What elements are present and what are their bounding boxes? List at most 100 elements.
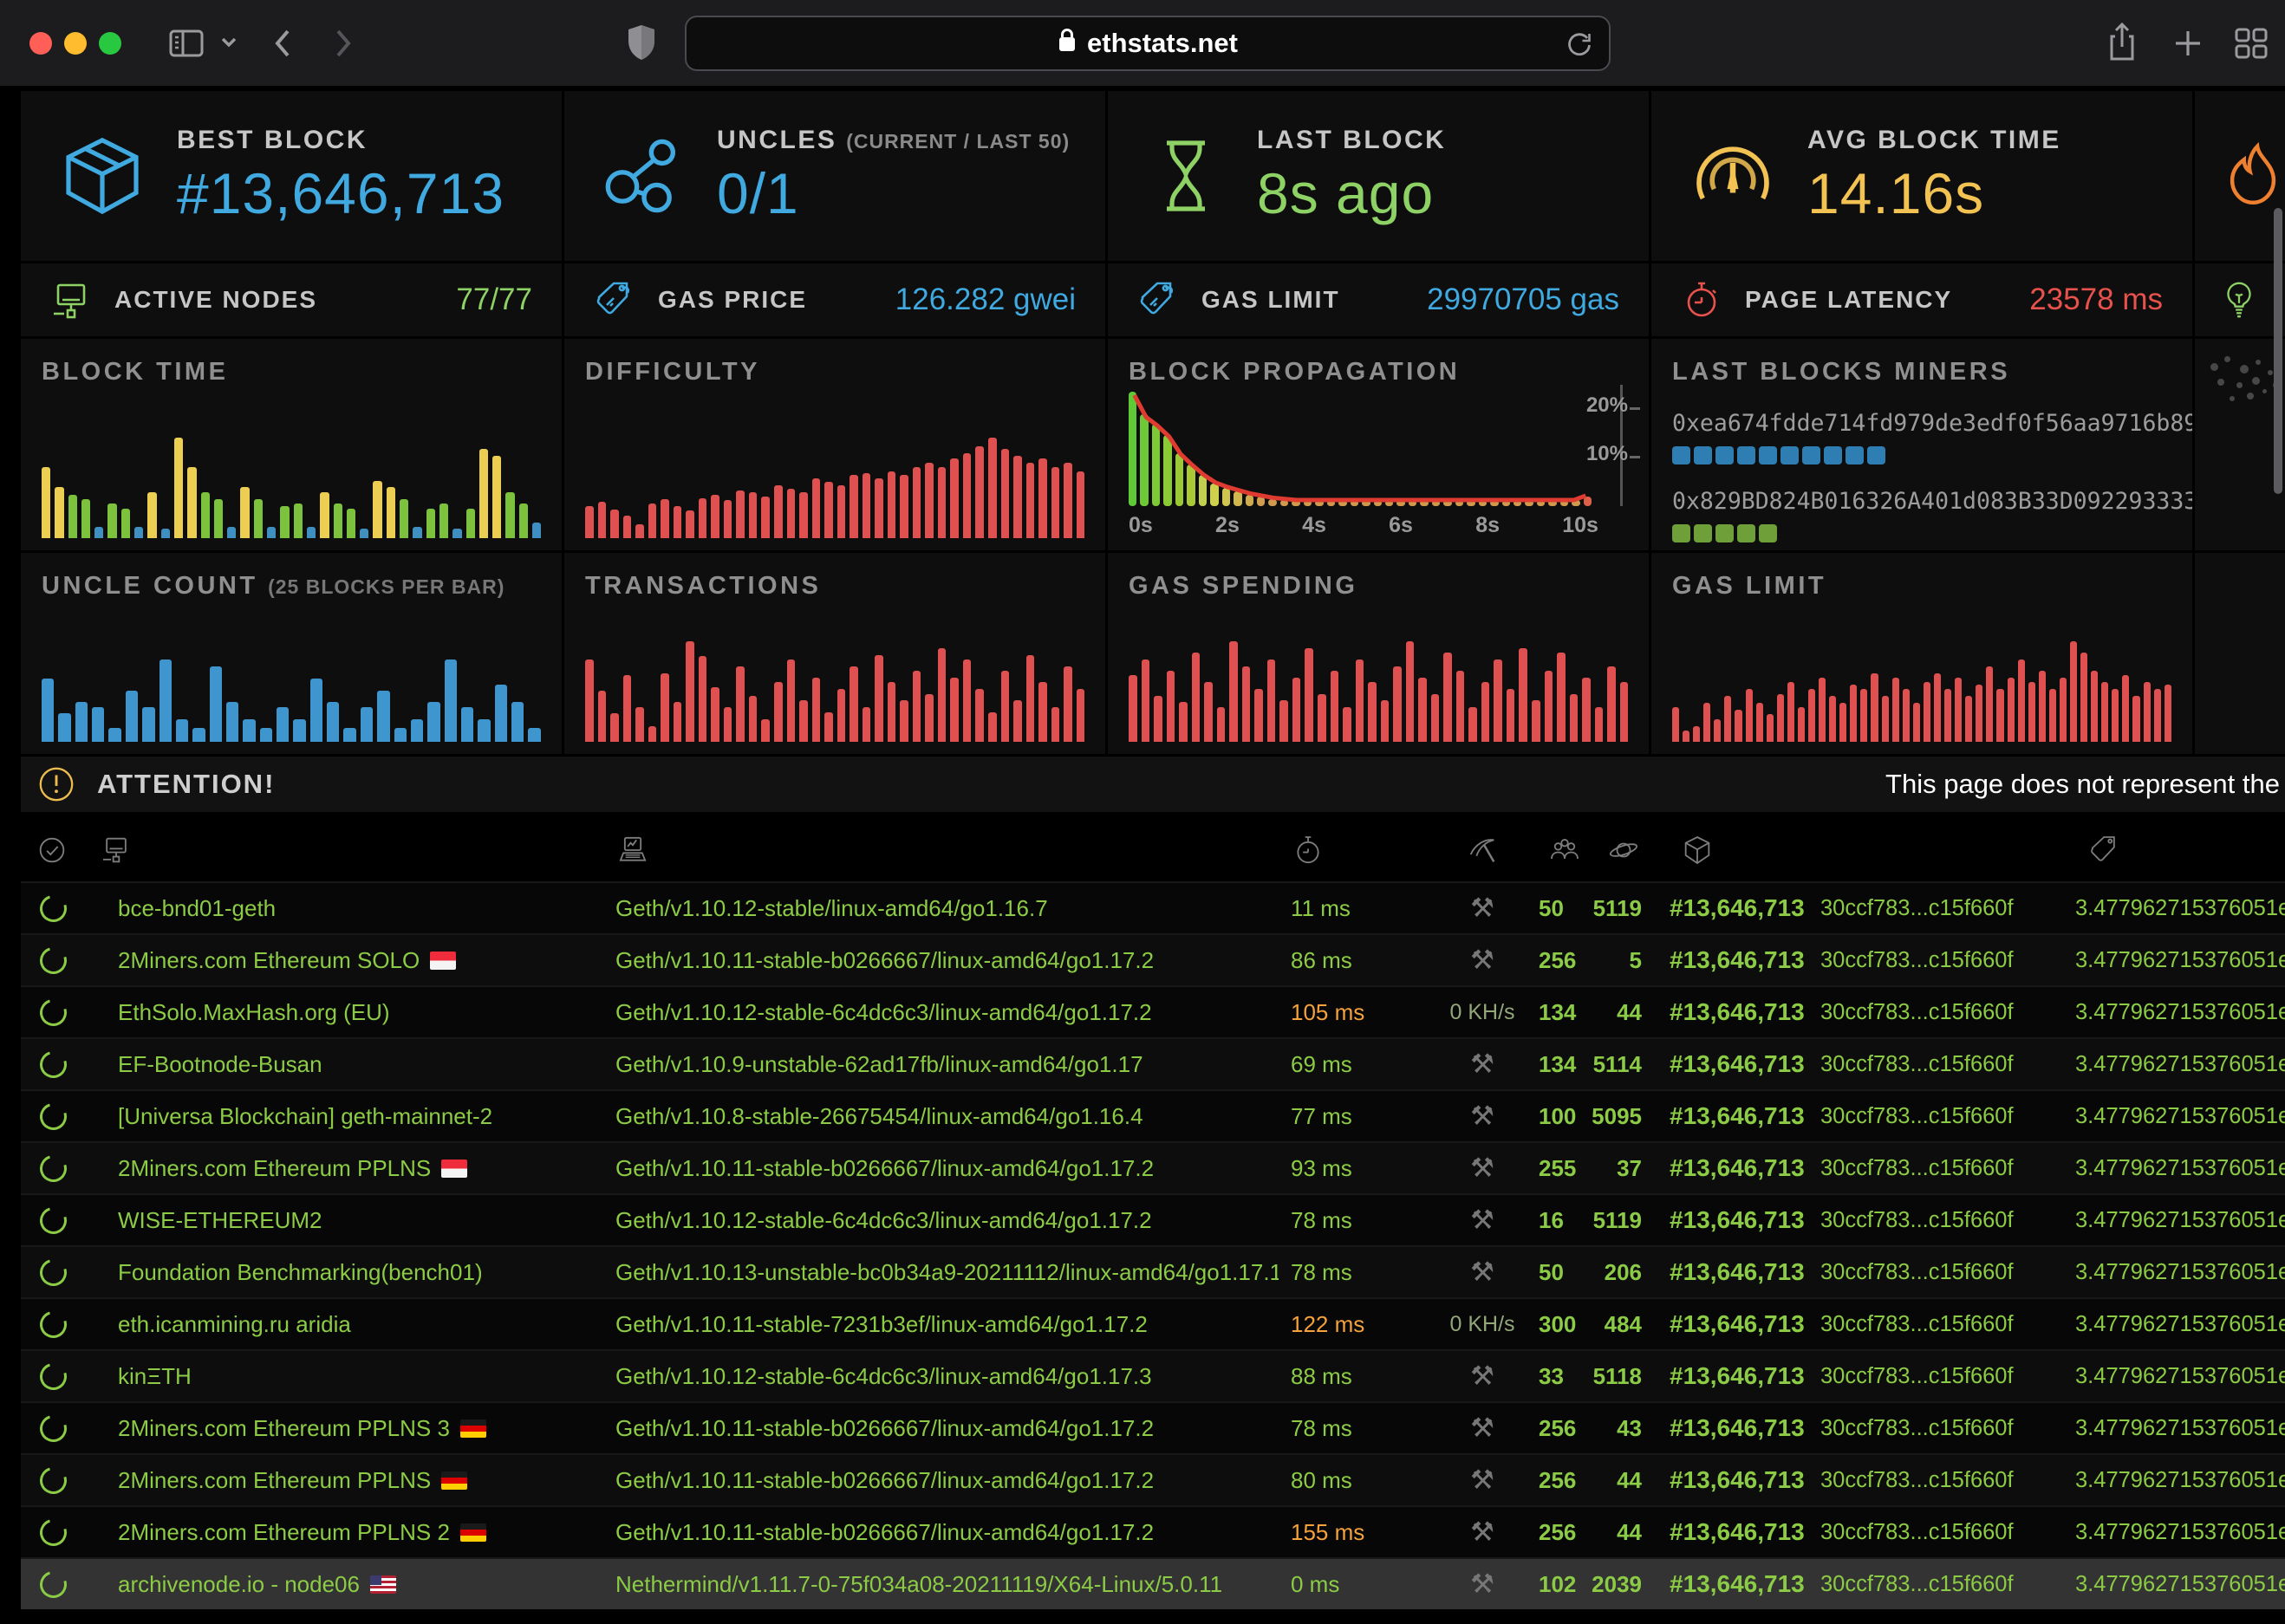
chart-bar	[1819, 678, 1826, 742]
page-scrollbar[interactable]	[2274, 208, 2282, 494]
chart-bar	[1467, 500, 1475, 506]
miner-address[interactable]: 0xea674fdde714fd979de3edf0f56aa9716b898e…	[1672, 410, 2192, 437]
table-row[interactable]: [Universa Blockchain] geth-mainnet-2 Get…	[21, 1089, 2285, 1141]
node-name[interactable]: [Universa Blockchain] geth-mainnet-2	[99, 1103, 615, 1130]
column-header-laptop-icon[interactable]	[615, 831, 1279, 869]
node-name[interactable]: 2Miners.com Ethereum PPLNS	[99, 1155, 615, 1182]
chart-bar	[478, 719, 490, 742]
column-header-monitor-icon[interactable]	[99, 831, 615, 869]
node-name[interactable]: bce-bnd01-geth	[99, 895, 615, 922]
node-difficulty: 3.477962715376051e+22	[2063, 1208, 2285, 1233]
table-row[interactable]: EthSolo.MaxHash.org (EU) Geth/v1.10.12-s…	[21, 985, 2285, 1037]
node-peers: 256	[1539, 1519, 1591, 1546]
privacy-shield-icon[interactable]	[626, 23, 657, 64]
node-name[interactable]: 2Miners.com Ethereum PPLNS 3	[99, 1415, 615, 1442]
node-name[interactable]: 2Miners.com Ethereum SOLO	[99, 947, 615, 974]
chart-bar	[360, 529, 368, 538]
url-bar[interactable]: ethstats.net	[685, 16, 1611, 71]
transactions-chart-title: TRANSACTIONS	[585, 572, 1084, 601]
node-version: Geth/v1.10.11-stable-b0266667/linux-amd6…	[615, 1155, 1279, 1182]
node-peers: 102	[1539, 1571, 1591, 1598]
new-tab-icon[interactable]	[2171, 26, 2205, 61]
chart-bar	[147, 492, 156, 538]
page-latency-panel: PAGE LATENCY 23578 ms	[1651, 263, 2192, 336]
node-version: Geth/v1.10.11-stable-b0266667/linux-amd6…	[615, 947, 1279, 974]
table-row[interactable]: 2Miners.com Ethereum SOLO Geth/v1.10.11-…	[21, 933, 2285, 985]
column-header-pickaxe-icon[interactable]	[1426, 831, 1539, 869]
table-row[interactable]: EF-Bootnode-Busan Geth/v1.10.9-unstable-…	[21, 1037, 2285, 1089]
chart-bar	[1537, 500, 1545, 506]
chart-bar	[55, 487, 63, 538]
close-window-button[interactable]	[29, 32, 52, 55]
share-icon[interactable]	[2105, 21, 2139, 66]
node-name[interactable]: WISE-ETHEREUM2	[99, 1207, 615, 1234]
uncle-count-chart	[42, 627, 541, 742]
node-latency: 78 ms	[1279, 1415, 1426, 1442]
difficulty-chart-panel: DIFFICULTY	[564, 339, 1105, 550]
node-name[interactable]: Foundation Benchmarking(bench01)	[99, 1259, 615, 1286]
node-name[interactable]: EF-Bootnode-Busan	[99, 1051, 615, 1078]
column-header-check-circle-icon[interactable]	[21, 831, 99, 869]
chart-bar	[121, 509, 130, 538]
node-pending: 5114	[1591, 1051, 1656, 1078]
column-header-people-icon[interactable]	[1539, 831, 1591, 869]
miner-address[interactable]: 0x829BD824B016326A401d083B33D092293333A8…	[1672, 488, 2192, 515]
chart-bar	[2080, 653, 2087, 742]
chart-bar	[2018, 659, 2025, 742]
column-header-cube-icon[interactable]	[1656, 831, 1820, 869]
crossed-pickaxes-icon: ⚒	[1470, 1153, 1494, 1184]
table-row[interactable]: 2Miners.com Ethereum PPLNS Geth/v1.10.11…	[21, 1141, 2285, 1193]
chart-bar	[623, 516, 632, 538]
node-name[interactable]: eth.icanmining.ru aridia	[99, 1311, 615, 1338]
node-name[interactable]: 2Miners.com Ethereum PPLNS	[99, 1467, 615, 1494]
sidebar-toggle-icon[interactable]	[166, 24, 206, 62]
forward-button[interactable]	[331, 24, 355, 62]
table-row[interactable]: Foundation Benchmarking(bench01) Geth/v1…	[21, 1245, 2285, 1297]
table-row[interactable]: 2Miners.com Ethereum PPLNS 2 Geth/v1.10.…	[21, 1505, 2285, 1557]
column-header-stopwatch-icon[interactable]	[1279, 831, 1426, 869]
chart-bar	[1187, 464, 1195, 506]
node-latency: 155 ms	[1279, 1519, 1426, 1546]
chart-bar	[377, 691, 389, 742]
node-pending: 44	[1591, 1467, 1656, 1494]
chart-bar	[1903, 689, 1910, 742]
chart-bar	[1234, 491, 1241, 506]
minimize-window-button[interactable]	[64, 32, 87, 55]
reload-icon[interactable]	[1564, 29, 1593, 61]
table-row[interactable]: kinΞTH Geth/v1.10.12-stable-6c4dc6c3/lin…	[21, 1349, 2285, 1401]
tag-icon	[594, 277, 635, 322]
column-header-tag-icon[interactable]	[2063, 831, 2285, 869]
node-name[interactable]: 2Miners.com Ethereum PPLNS 2	[99, 1519, 615, 1546]
chart-bar	[812, 478, 821, 538]
table-row[interactable]: bce-bnd01-geth Geth/v1.10.12-stable/linu…	[21, 881, 2285, 933]
chart-bar	[1443, 500, 1451, 506]
node-block: #13,646,713	[1656, 894, 1820, 922]
chart-bar	[863, 707, 871, 742]
node-name[interactable]: EthSolo.MaxHash.org (EU)	[99, 999, 615, 1026]
column-header-planet-icon[interactable]	[1591, 831, 1656, 869]
chart-bar	[1409, 500, 1416, 506]
back-button[interactable]	[270, 24, 295, 62]
node-version: Geth/v1.10.11-stable-b0266667/linux-amd6…	[615, 1415, 1279, 1442]
table-row[interactable]: 2Miners.com Ethereum PPLNS 3 Geth/v1.10.…	[21, 1401, 2285, 1453]
chart-bar	[347, 509, 355, 538]
table-row[interactable]: eth.icanmining.ru aridia Geth/v1.10.11-s…	[21, 1297, 2285, 1349]
chart-bar	[1210, 484, 1218, 506]
node-difficulty: 3.477962715376051e+22	[2063, 1312, 2285, 1337]
chart-bar	[1292, 500, 1299, 506]
chart-bar	[1735, 710, 1741, 742]
zoom-window-button[interactable]	[99, 32, 121, 55]
chart-bar	[1944, 689, 1951, 742]
chart-bar	[310, 679, 322, 742]
node-name[interactable]: archivenode.io - node06	[99, 1571, 615, 1598]
chart-bar	[2122, 675, 2129, 742]
table-row[interactable]: archivenode.io - node06 Nethermind/v1.11…	[21, 1557, 2285, 1609]
node-name[interactable]: kinΞTH	[99, 1363, 615, 1390]
sidebar-chevron-icon[interactable]	[218, 35, 239, 50]
table-row[interactable]: WISE-ETHEREUM2 Geth/v1.10.12-stable-6c4d…	[21, 1193, 2285, 1245]
node-peers: 100	[1539, 1103, 1591, 1130]
chart-bar	[661, 673, 669, 742]
table-row[interactable]: 2Miners.com Ethereum PPLNS Geth/v1.10.11…	[21, 1453, 2285, 1505]
tab-overview-icon[interactable]	[2233, 26, 2269, 61]
last-block-value: 8s ago	[1257, 160, 1446, 226]
